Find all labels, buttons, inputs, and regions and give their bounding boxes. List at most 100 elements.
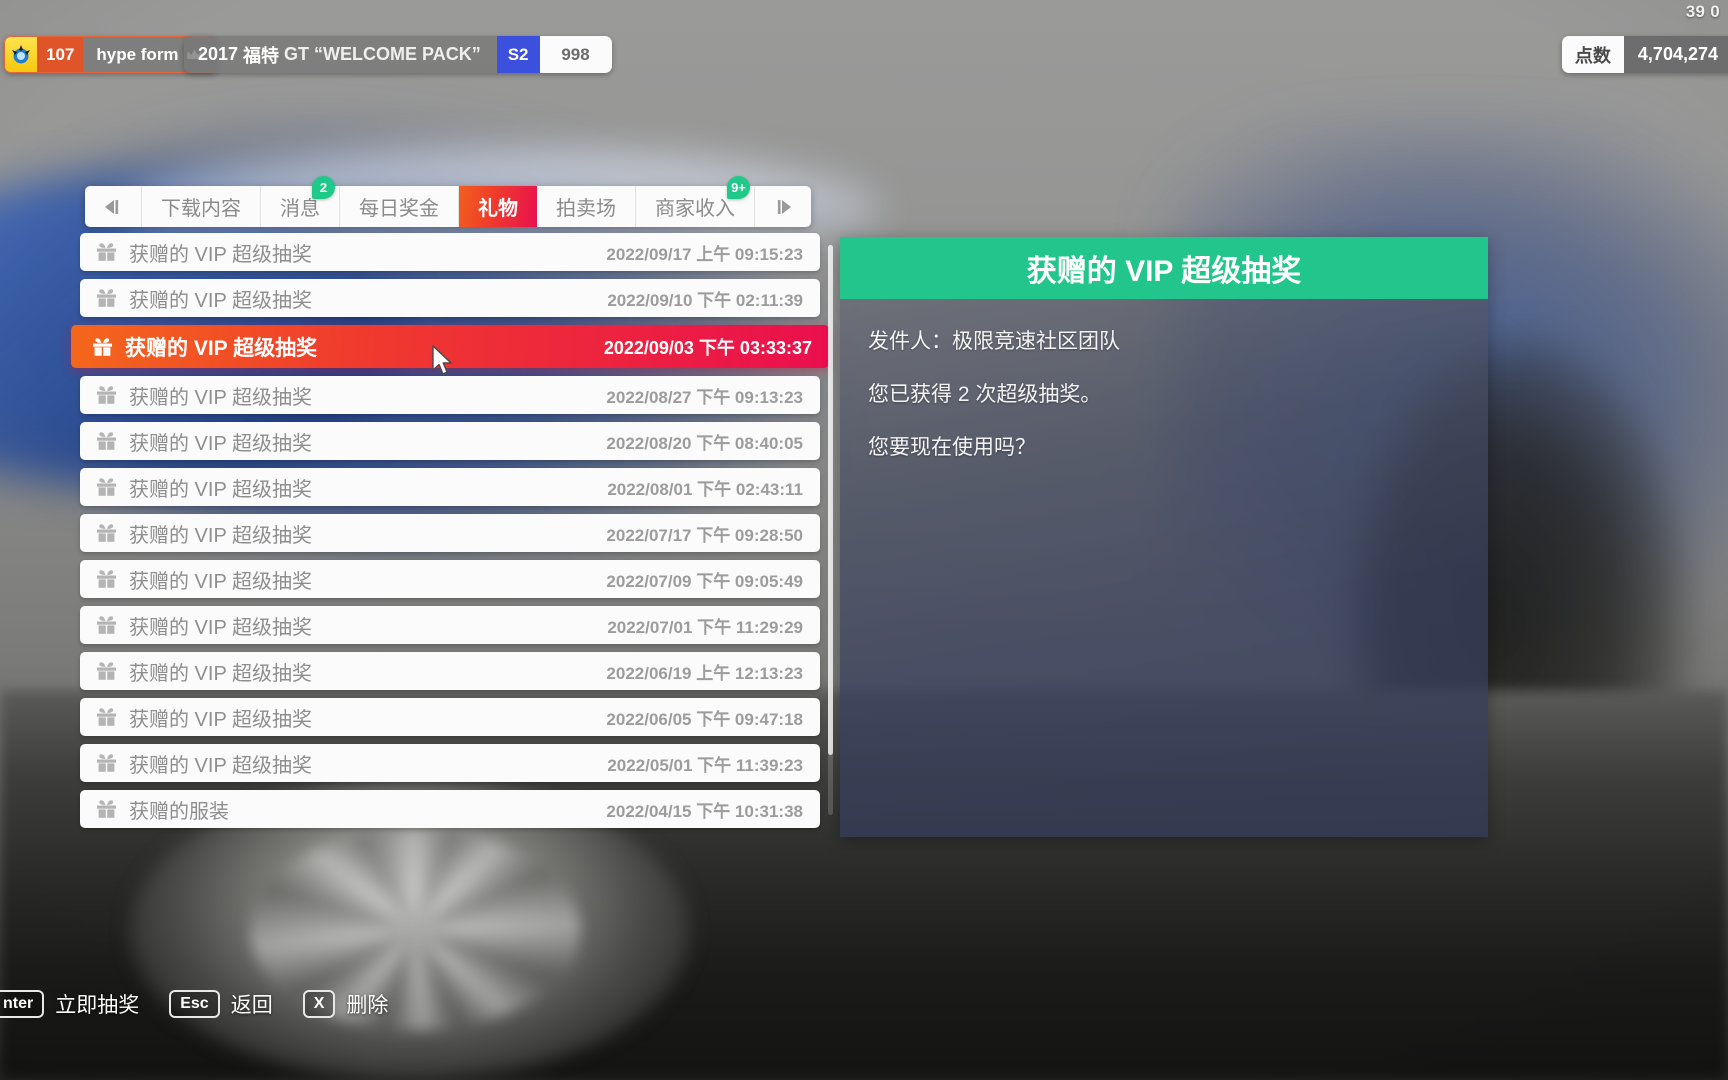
list-item-title: 获赠的 VIP 超级抽奖 xyxy=(129,478,312,501)
list-item-title: 获赠的 VIP 超级抽奖 xyxy=(129,754,312,777)
list-item[interactable]: 获赠的 VIP 超级抽奖 2022/07/09 下午 09:05:49 xyxy=(80,560,820,598)
list-item[interactable]: 获赠的 VIP 超级抽奖 2022/08/27 下午 09:13:23 xyxy=(80,376,820,414)
gift-icon xyxy=(96,707,117,727)
button-hint-bar: nter 立即抽奖 Esc 返回 X 删除 xyxy=(0,984,418,1024)
car-pi-value: 998 xyxy=(539,36,612,73)
tab-label: 下载内容 xyxy=(161,198,241,220)
list-item-title: 获赠的 VIP 超级抽奖 xyxy=(129,386,312,409)
points-label: 点数 xyxy=(1561,36,1624,73)
detail-line-sender: 发件人：极限竞速社区团队 xyxy=(868,330,1120,353)
button-hint: nter 立即抽奖 xyxy=(0,989,139,1019)
car-class-badge: S2 xyxy=(496,36,540,73)
current-car-pill: 2017 福特 GT “WELCOME PACK” S2 998 xyxy=(184,36,612,73)
gift-icon xyxy=(96,569,117,589)
list-item-title: 获赠的 VIP 超级抽奖 xyxy=(129,708,312,731)
list-item-title: 获赠的 VIP 超级抽奖 xyxy=(129,289,312,312)
gift-icon xyxy=(96,523,117,543)
tab-downloads[interactable]: 下载内容 xyxy=(142,186,261,227)
tab-prev-button[interactable] xyxy=(85,186,142,227)
points-value: 4,704,274 xyxy=(1623,36,1728,73)
list-item[interactable]: 获赠的 VIP 超级抽奖 2022/08/20 下午 08:40:05 xyxy=(80,422,820,460)
list-scrollbar[interactable] xyxy=(828,245,833,815)
tab-messages[interactable]: 消息 2 xyxy=(261,176,340,227)
keycap: X xyxy=(302,990,336,1018)
list-item-title: 获赠的 VIP 超级抽奖 xyxy=(125,336,318,360)
list-item-date: 2022/07/01 下午 11:29:29 xyxy=(607,617,803,637)
gift-icon xyxy=(96,242,117,262)
list-item[interactable]: 获赠的 VIP 超级抽奖 2022/09/10 下午 02:11:39 xyxy=(80,279,820,317)
tab-auction-house[interactable]: 拍卖场 xyxy=(537,186,636,227)
gift-icon xyxy=(92,337,113,357)
top-hud: 39 0 107 hype form 2017 福特 GT “WELCOME P… xyxy=(0,0,1728,100)
tab-label: 每日奖金 xyxy=(359,198,439,220)
button-hint-label: 立即抽奖 xyxy=(55,994,140,1017)
list-item-title: 获赠的 VIP 超级抽奖 xyxy=(129,570,312,593)
detail-line-prompt: 您要现在使用吗？ xyxy=(868,436,1036,459)
gift-icon xyxy=(96,799,117,819)
button-hint-label: 删除 xyxy=(346,994,389,1017)
list-item-date: 2022/08/27 下午 09:13:23 xyxy=(606,387,803,407)
gift-detail-panel: 获赠的 VIP 超级抽奖 发件人：极限竞速社区团队 您已获得 2 次超级抽奖。 … xyxy=(840,237,1488,837)
list-item[interactable]: 获赠的 VIP 超级抽奖 2022/08/01 下午 02:43:11 xyxy=(80,468,820,506)
list-item-date: 2022/09/03 下午 03:33:37 xyxy=(603,337,812,358)
tab-storefront-income[interactable]: 商家收入 9+ xyxy=(636,176,755,227)
gift-message-list[interactable]: 获赠的 VIP 超级抽奖 2022/09/17 上午 09:15:23 获赠的 V… xyxy=(71,233,829,833)
tab-badge-messages: 2 xyxy=(312,176,335,199)
list-item[interactable]: 获赠的 VIP 超级抽奖 2022/06/19 上午 12:13:23 xyxy=(80,652,820,690)
gift-icon xyxy=(96,661,117,681)
detail-title: 获赠的 VIP 超级抽奖 xyxy=(840,237,1488,299)
list-item-date: 2022/04/15 下午 10:31:38 xyxy=(606,801,803,821)
tab-daily-bonus[interactable]: 每日奖金 xyxy=(340,186,459,227)
button-hint: X 删除 xyxy=(302,989,389,1019)
car-year: 2017 xyxy=(198,44,239,64)
list-item[interactable]: 获赠的 VIP 超级抽奖 2022/07/17 下午 09:28:50 xyxy=(80,514,820,552)
gift-icon xyxy=(96,288,117,308)
gift-icon xyxy=(96,431,117,451)
list-item[interactable]: 获赠的服装 2022/04/15 下午 10:31:38 xyxy=(80,790,820,828)
corner-counter: 39 0 xyxy=(1685,2,1720,21)
list-item-date: 2022/08/20 下午 08:40:05 xyxy=(606,433,803,453)
keycap: nter xyxy=(0,990,45,1018)
gift-icon xyxy=(96,753,117,773)
detail-line-reward: 您已获得 2 次超级抽奖。 xyxy=(868,383,1102,406)
gift-icon xyxy=(96,385,117,405)
list-item-date: 2022/06/05 下午 09:47:18 xyxy=(606,709,803,729)
button-hint: Esc 返回 xyxy=(169,989,273,1019)
gift-icon xyxy=(96,477,117,497)
tab-next-button[interactable] xyxy=(755,186,811,227)
car-make: 福特 xyxy=(243,45,280,66)
list-item-date: 2022/06/19 上午 12:13:23 xyxy=(606,663,803,683)
tab-label: 拍卖场 xyxy=(556,198,616,220)
tab-badge-storefront: 9+ xyxy=(727,176,750,199)
game-screen: 39 0 107 hype form 2017 福特 GT “WELCOME P… xyxy=(0,0,1728,1080)
list-item-title: 获赠的 VIP 超级抽奖 xyxy=(129,662,312,685)
detail-body: 发件人：极限竞速社区团队 您已获得 2 次超级抽奖。 您要现在使用吗？ xyxy=(840,299,1488,837)
list-item[interactable]: 获赠的 VIP 超级抽奖 2022/09/17 上午 09:15:23 xyxy=(80,233,820,271)
list-item-title: 获赠的服装 xyxy=(129,800,229,823)
car-name: 2017 福特 GT “WELCOME PACK” xyxy=(184,36,497,73)
list-item-selected[interactable]: 获赠的 VIP 超级抽奖 2022/09/03 下午 03:33:37 xyxy=(71,325,829,368)
keycap: Esc xyxy=(169,990,220,1018)
list-item-date: 2022/09/10 下午 02:11:39 xyxy=(607,290,803,310)
list-item[interactable]: 获赠的 VIP 超级抽奖 2022/06/05 下午 09:47:18 xyxy=(80,698,820,736)
tab-label: 礼物 xyxy=(478,198,518,220)
list-item[interactable]: 获赠的 VIP 超级抽奖 2022/05/01 下午 11:39:23 xyxy=(80,744,820,782)
list-item[interactable]: 获赠的 VIP 超级抽奖 2022/07/01 下午 11:29:29 xyxy=(80,606,820,644)
hype-form-label: hype form xyxy=(96,44,179,64)
button-hint-label: 返回 xyxy=(230,994,273,1017)
list-item-date: 2022/05/01 下午 11:39:23 xyxy=(607,755,803,775)
tab-label: 商家收入 xyxy=(655,198,735,220)
list-item-date: 2022/07/09 下午 09:05:49 xyxy=(606,571,803,591)
list-item-date: 2022/09/17 上午 09:15:23 xyxy=(606,244,803,264)
message-center-tabbar[interactable]: 下载内容 消息 2 每日奖金 礼物 拍卖场 商家收入 9+ xyxy=(85,176,811,227)
list-item-title: 获赠的 VIP 超级抽奖 xyxy=(129,243,312,266)
car-model: GT “WELCOME PACK” xyxy=(284,44,481,64)
list-scrollbar-thumb[interactable] xyxy=(828,245,833,755)
list-item-title: 获赠的 VIP 超级抽奖 xyxy=(129,432,312,455)
hype-form-number: 107 xyxy=(37,37,84,72)
points-pill: 点数 4,704,274 xyxy=(1561,36,1728,73)
gift-icon xyxy=(96,615,117,635)
list-item-date: 2022/07/17 下午 09:28:50 xyxy=(606,525,803,545)
tab-gifts[interactable]: 礼物 xyxy=(459,186,537,227)
list-item-title: 获赠的 VIP 超级抽奖 xyxy=(129,524,312,547)
